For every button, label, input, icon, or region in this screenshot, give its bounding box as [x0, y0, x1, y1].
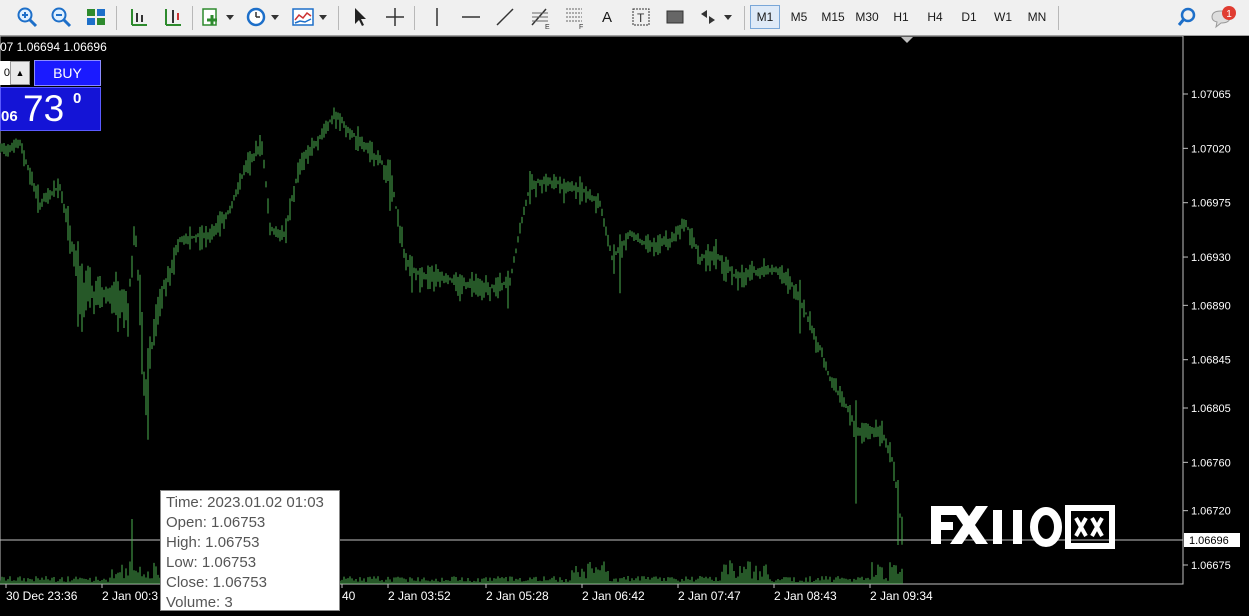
lot-size-input[interactable]: 0	[0, 61, 10, 85]
tooltip-close: Close: 1.06753	[166, 574, 267, 591]
price-tick-label: 1.07020	[1191, 143, 1231, 155]
price-tick-label: 1.06845	[1191, 355, 1231, 367]
price-tick-label: 1.06975	[1191, 198, 1231, 210]
buy-price-fraction: 0	[73, 90, 82, 107]
price-tick-label: 1.06720	[1191, 506, 1231, 518]
price-tick-label: 1.06805	[1191, 403, 1231, 415]
price-tick-label: 1.06675	[1191, 560, 1231, 572]
fx110-watermark-logo	[931, 505, 1115, 549]
notification-count: 1	[1226, 9, 1232, 20]
notification-icon[interactable]: 1	[1208, 5, 1240, 29]
search-icon[interactable]	[1174, 5, 1200, 29]
chart-shift-icon[interactable]	[159, 5, 185, 29]
price-tick-label: 1.06930	[1191, 252, 1231, 264]
indicators-icon[interactable]	[290, 5, 330, 29]
cursor-icon[interactable]	[346, 5, 372, 29]
buy-price-main: 73	[23, 88, 65, 129]
fibonacci-fan-icon[interactable]: F	[560, 5, 588, 29]
text-label-icon[interactable]: T	[628, 5, 654, 29]
vertical-line-icon[interactable]	[424, 5, 450, 29]
bar-info-tooltip: Time: 2023.01.02 01:03 Open: 1.06753 Hig…	[160, 490, 340, 611]
zoom-in-icon[interactable]	[14, 5, 40, 29]
lot-size-up-button[interactable]: ▲	[10, 61, 30, 85]
ohlc-header: 07 1.06694 1.06696	[0, 40, 107, 54]
svg-text:T: T	[637, 11, 645, 25]
crosshair-icon[interactable]	[382, 5, 408, 29]
arrows-icon[interactable]	[696, 5, 736, 29]
zoom-out-icon[interactable]	[48, 5, 74, 29]
text-icon-glyph: A	[601, 8, 612, 26]
rectangle-icon[interactable]	[662, 5, 688, 29]
time-tick-label: 2 Jan 05:28	[486, 589, 549, 603]
time-axis: 30 Dec 23:36 2 Jan 00:3 40 2 Jan 03:52 2 Jan…	[5, 584, 933, 603]
price-tick-label: 1.06760	[1191, 457, 1231, 469]
one-click-trading-panel: 0 ▲ BUY 06 73 0	[0, 60, 101, 131]
buy-price-button[interactable]: 06 73 0	[0, 87, 101, 131]
price-tick-label: 1.07065	[1191, 89, 1231, 101]
tooltip-volume: Volume: 3	[166, 594, 233, 611]
timeframe-m5-button[interactable]: M5	[784, 5, 814, 29]
timeframe-w1-button[interactable]: W1	[988, 5, 1018, 29]
svg-text:E: E	[545, 24, 550, 29]
time-tick-label: 2 Jan 00:3	[102, 589, 158, 603]
toolbar: E F A T M1 M5 M15 M30 H1 H4 D1 W1 MN 1	[0, 0, 1249, 36]
timeframe-mn-button[interactable]: MN	[1022, 5, 1052, 29]
time-tick-label: 2 Jan 09:34	[870, 589, 933, 603]
new-order-icon[interactable]	[199, 5, 237, 29]
text-icon[interactable]: A	[594, 5, 620, 29]
timeframe-d1-button[interactable]: D1	[954, 5, 984, 29]
buy-button[interactable]: BUY	[34, 60, 101, 86]
fibonacci-icon[interactable]: E	[526, 5, 554, 29]
timeframe-m1-button[interactable]: M1	[750, 5, 780, 29]
autoscroll-icon[interactable]	[125, 5, 151, 29]
tooltip-high: High: 1.06753	[166, 534, 260, 551]
timeframe-h4-button[interactable]: H4	[920, 5, 950, 29]
time-tick-label: 2 Jan 07:47	[678, 589, 741, 603]
trendline-icon[interactable]	[492, 5, 518, 29]
price-axis: 1.07065 1.07020 1.06975 1.06930 1.06890 1.068…	[1183, 89, 1240, 572]
timeframe-m15-button[interactable]: M15	[818, 5, 848, 29]
time-tick-label: 2 Jan 06:42	[582, 589, 645, 603]
price-tick-label: 1.06890	[1191, 300, 1231, 312]
time-tick-label: 40	[342, 589, 356, 603]
tooltip-low: Low: 1.06753	[166, 554, 257, 571]
history-clock-icon[interactable]	[244, 5, 282, 29]
time-tick-label: 2 Jan 08:43	[774, 589, 837, 603]
tile-windows-icon[interactable]	[83, 5, 109, 29]
buy-price-prefix: 06	[1, 108, 18, 125]
tooltip-time: Time: 2023.01.02 01:03	[166, 494, 324, 511]
time-tick-label: 30 Dec 23:36	[6, 589, 78, 603]
current-price-label: 1.06696	[1189, 535, 1229, 547]
time-tick-label: 2 Jan 03:52	[388, 589, 451, 603]
timeframe-h1-button[interactable]: H1	[886, 5, 916, 29]
tooltip-open: Open: 1.06753	[166, 514, 266, 531]
horizontal-line-icon[interactable]	[458, 5, 484, 29]
svg-text:F: F	[579, 24, 583, 29]
timeframe-m30-button[interactable]: M30	[852, 5, 882, 29]
